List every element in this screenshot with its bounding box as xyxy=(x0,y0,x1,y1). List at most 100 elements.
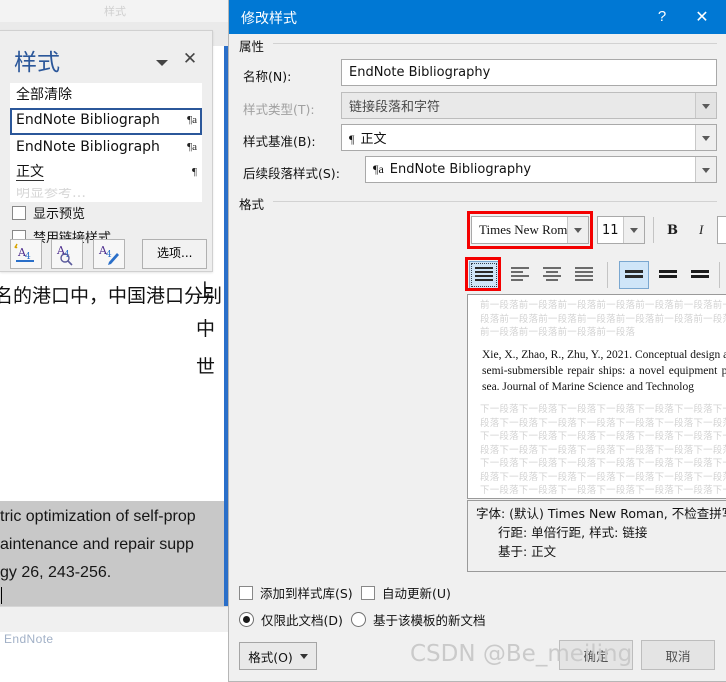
font-size-value: 11 xyxy=(602,222,619,238)
font-color-combo[interactable]: 自动 xyxy=(717,216,726,244)
styles-list-item-clear-all[interactable]: 全部清除 xyxy=(10,83,202,108)
chevron-down-icon[interactable] xyxy=(154,55,170,71)
document-selected-line-1: tric optimization of self-prop xyxy=(0,508,196,525)
paragraph-char-style-icon: ¶a xyxy=(373,162,384,176)
document-char-3: 世 xyxy=(196,356,216,378)
name-field-label: 名称(N): xyxy=(243,69,292,84)
new-documents-from-template-radio[interactable]: 基于该模板的新文档 xyxy=(351,610,486,629)
align-left-solid-icon xyxy=(625,270,643,286)
help-icon[interactable]: ? xyxy=(649,6,675,28)
styles-list[interactable]: 全部清除 EndNote Bibliograph ¶a EndNote Bibl… xyxy=(10,83,202,188)
style-inspector-icon[interactable]: A 4 xyxy=(51,239,84,269)
align-right-solid-icon xyxy=(691,270,709,286)
styles-list-item-label: 明显参考… xyxy=(16,188,86,201)
checkbox-box xyxy=(361,586,375,600)
italic-button[interactable]: I xyxy=(699,222,703,238)
align-justify-distributed-icon xyxy=(475,267,493,283)
next-paragraph-style-combo[interactable]: ¶a EndNote Bibliography xyxy=(365,156,717,183)
style-inspector-icon-svg: A 4 xyxy=(56,244,73,266)
document-chinese-line: 名的港口中，中国港口分别 xyxy=(0,285,223,307)
dialog-title-bar: 修改样式 ? ✕ xyxy=(229,0,726,34)
checkbox-box xyxy=(12,206,26,220)
styles-list-item-endnote-bibliography-1[interactable]: EndNote Bibliograph ¶a xyxy=(10,108,202,135)
style-based-on-label: 样式基准(B): xyxy=(243,134,316,149)
align-justify-distributed-button[interactable] xyxy=(469,261,499,289)
preview-sample-text: Xie, X., Zhao, R., Zhu, Y., 2021. Concep… xyxy=(482,349,726,393)
styles-list-item-label: EndNote Bibliograph xyxy=(16,112,160,128)
align-center-button[interactable] xyxy=(537,261,567,289)
description-line-1: 字体: (默认) Times New Roman, 不检查拼写或语法 xyxy=(476,506,726,521)
paragraph-char-style-icon: ¶a xyxy=(187,114,197,126)
only-this-document-radio[interactable]: 仅限此文档(D) xyxy=(239,610,343,629)
toolbar-separator-4 xyxy=(719,262,720,288)
font-family-value: Times New Rom xyxy=(479,222,567,237)
align-left-button[interactable] xyxy=(505,261,535,289)
styles-list-item-endnote-bibliography-2[interactable]: EndNote Bibliograph ¶a xyxy=(10,135,202,160)
status-bar-endnote-label: EndNote xyxy=(4,632,54,646)
style-based-on-combo[interactable]: ¶ 正文 xyxy=(341,124,717,151)
description-line-3: 基于: 正文 xyxy=(498,544,557,559)
styles-list-partial-row: 明显参考… xyxy=(10,188,202,202)
font-family-combo[interactable]: Times New Rom xyxy=(471,216,589,244)
align-right-solid-button[interactable] xyxy=(685,261,715,289)
align-center-solid-button[interactable] xyxy=(653,261,683,289)
chevron-down-icon xyxy=(695,93,716,118)
radio-box xyxy=(239,612,254,627)
chevron-down-icon[interactable] xyxy=(695,157,716,182)
manage-styles-icon[interactable]: A 4 xyxy=(92,239,125,269)
align-justify-icon xyxy=(575,267,593,283)
align-right-button[interactable] xyxy=(569,261,599,289)
description-line-2: 行距: 单倍行距, 样式: 链接 xyxy=(498,525,648,540)
styles-pane-button-row: A 4 A 4 A 4 选项... xyxy=(10,239,208,269)
properties-group-label: 属性 xyxy=(239,36,271,55)
chevron-down-icon[interactable] xyxy=(623,217,644,243)
toolbar-separator-3 xyxy=(607,262,608,288)
chevron-down-icon[interactable] xyxy=(567,217,588,243)
dialog-title: 修改样式 xyxy=(241,11,297,27)
options-button[interactable]: 选项... xyxy=(142,239,208,269)
style-type-value: 链接段落和字符 xyxy=(349,100,441,115)
style-description-box: 字体: (默认) Times New Roman, 不检查拼写或语法 行距: 单… xyxy=(467,500,726,572)
preview-ghost-before: 前一段落前一段落前一段落前一段落前一段落前一段落前一段落前一段落前一段落前一段落… xyxy=(480,300,726,338)
auto-update-checkbox[interactable]: 自动更新(U) xyxy=(361,583,451,602)
close-icon[interactable]: ✕ xyxy=(687,6,717,28)
ribbon-group-label-styles: 样式 xyxy=(104,6,126,18)
add-to-style-gallery-checkbox[interactable]: 添加到样式库(S) xyxy=(239,583,353,602)
new-style-icon[interactable]: A 4 xyxy=(10,239,42,269)
font-size-combo[interactable]: 11 xyxy=(597,216,645,244)
name-field[interactable]: EndNote Bibliography xyxy=(341,59,717,86)
format-button[interactable]: 格式(O) xyxy=(239,642,317,670)
cancel-button[interactable]: 取消 xyxy=(641,640,715,670)
properties-group-rule xyxy=(273,43,717,44)
formatting-group-rule xyxy=(273,201,717,202)
chevron-down-icon[interactable] xyxy=(695,125,716,150)
align-left-solid-button[interactable] xyxy=(619,261,649,289)
style-type-label: 样式类型(T): xyxy=(243,102,315,117)
bold-button[interactable]: B xyxy=(667,223,678,238)
styles-list-item-label: EndNote Bibliograph xyxy=(16,139,160,155)
close-icon[interactable]: ✕ xyxy=(180,49,200,69)
document-selected-line-2: aintenance and repair supp xyxy=(0,536,194,553)
paragraph-char-style-icon: ¶a xyxy=(187,141,197,153)
style-based-on-value: ¶ 正文 xyxy=(349,132,387,147)
styles-list-item-label: 正文 xyxy=(16,164,44,181)
paragraph-style-icon: ¶ xyxy=(192,166,197,178)
document-selected-text[interactable]: tric optimization of self-prop aintenanc… xyxy=(0,501,228,606)
align-left-icon xyxy=(511,267,529,283)
toolbar-separator-1 xyxy=(653,217,654,243)
show-preview-checkbox[interactable]: 显示预览 xyxy=(12,203,85,222)
chevron-down-icon xyxy=(299,653,308,659)
ok-button[interactable]: 确定 xyxy=(559,640,633,670)
auto-update-label: 自动更新(U) xyxy=(382,586,451,601)
format-button-label: 格式(O) xyxy=(248,649,293,665)
styles-pane-title: 样式 xyxy=(14,50,60,76)
style-preview-box: 前一段落前一段落前一段落前一段落前一段落前一段落前一段落前一段落前一段落前一段落… xyxy=(467,294,726,499)
show-preview-label: 显示预览 xyxy=(33,207,86,222)
styles-task-pane: 样式 ✕ 全部清除 EndNote Bibliograph ¶a EndNote… xyxy=(0,30,213,272)
modify-style-dialog: 修改样式 ? ✕ 属性 名称(N): EndNote Bibliography … xyxy=(228,0,726,682)
new-documents-from-template-label: 基于该模板的新文档 xyxy=(373,613,486,628)
add-to-style-gallery-label: 添加到样式库(S) xyxy=(260,586,353,601)
paragraph-style-icon: ¶ xyxy=(349,132,355,146)
only-this-document-label: 仅限此文档(D) xyxy=(261,613,343,628)
styles-list-item-body-text[interactable]: 正文 ¶ xyxy=(10,160,202,185)
